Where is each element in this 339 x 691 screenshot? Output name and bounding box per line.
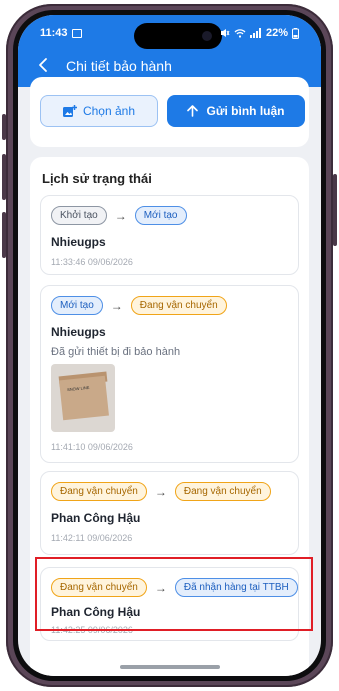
choose-image-button[interactable]: Chọn ảnh <box>40 95 158 127</box>
arrow-up-icon <box>187 105 199 117</box>
send-comment-button[interactable]: Gửi bình luận <box>167 95 305 127</box>
history-entry: Đang vận chuyển → Đã nhận hàng tại TTBH … <box>40 567 299 641</box>
status-chip-from: Mới tạo <box>51 296 103 315</box>
arrow-right-icon: → <box>110 298 123 313</box>
mute-icon <box>220 29 230 37</box>
screen: 11:43 22% Chi tiết bảo hành Chọn ảnh Gửi… <box>18 15 321 676</box>
arrow-right-icon: → <box>154 484 167 499</box>
status-chip-to: Đang vận chuyển <box>174 482 271 501</box>
timestamp: 11:41:10 09/06/2026 <box>51 442 133 452</box>
battery-icon <box>292 27 299 39</box>
history-entry: Đang vận chuyển → Đang vận chuyển Phan C… <box>40 471 299 555</box>
actor-name: Phan Công Hậu <box>51 605 141 619</box>
status-transition: Mới tạo → Đang vận chuyển <box>51 296 227 315</box>
status-chip-to: Đang vận chuyển <box>130 296 227 315</box>
choose-image-label: Chọn ảnh <box>82 104 136 118</box>
image-icon <box>71 28 82 38</box>
timestamp: 11:42:25 09/06/2026 <box>51 625 133 635</box>
history-entry: Mới tạo → Đang vận chuyển Nhieugps Đã gử… <box>40 285 299 463</box>
dynamic-island <box>134 23 222 49</box>
content-scroll[interactable]: Chọn ảnh Gửi bình luận Lịch sử trạng thá… <box>18 77 321 676</box>
send-comment-label: Gửi bình luận <box>206 104 285 118</box>
status-chip-from: Khởi tạo <box>51 206 107 225</box>
status-chip-from: Đang vận chuyển <box>51 578 147 597</box>
actor-name: Nhieugps <box>51 235 106 249</box>
status-transition: Khởi tạo → Mới tạo <box>51 206 187 225</box>
status-chip-to: Đã nhận hàng tại TTBH <box>174 578 298 597</box>
side-button-volume-down <box>2 212 6 258</box>
timestamp: 11:42:11 09/06/2026 <box>51 533 133 543</box>
side-button-action <box>2 114 6 140</box>
status-transition: Đang vận chuyển → Đang vận chuyển <box>51 482 271 501</box>
history-entry: Khởi tạo → Mới tạo Nhieugps 11:33:46 09/… <box>40 195 299 275</box>
home-indicator[interactable] <box>120 665 220 669</box>
side-button-volume-up <box>2 154 6 200</box>
camera-icon <box>202 31 212 41</box>
status-time: 11:43 <box>40 27 82 39</box>
status-history-card: Lịch sử trạng thái Khởi tạo → Mới tạo Nh… <box>30 157 309 676</box>
arrow-right-icon: → <box>154 580 167 595</box>
timestamp: 11:33:46 09/06/2026 <box>51 257 133 267</box>
entry-note: Đã gửi thiết bị đi bảo hành <box>51 346 181 358</box>
comment-actions-card: Chọn ảnh Gửi bình luận <box>30 77 309 147</box>
add-photo-icon <box>62 104 77 117</box>
section-title: Lịch sử trạng thái <box>42 171 152 186</box>
status-right: 22% <box>220 27 299 39</box>
page-title: Chi tiết bảo hành <box>66 58 172 74</box>
status-time-text: 11:43 <box>40 27 68 39</box>
signal-icon <box>249 28 261 38</box>
box-shape <box>59 375 109 421</box>
status-chip-from: Đang vận chuyển <box>51 482 147 501</box>
arrow-right-icon: → <box>114 208 127 223</box>
phone-bezel: 11:43 22% Chi tiết bảo hành Chọn ảnh Gửi… <box>13 10 326 681</box>
status-transition: Đang vận chuyển → Đã nhận hàng tại TTBH <box>51 578 298 597</box>
actor-name: Nhieugps <box>51 325 106 339</box>
actor-name: Phan Công Hậu <box>51 511 141 525</box>
side-button-power <box>333 174 337 246</box>
status-chip-to: Mới tạo <box>134 206 187 225</box>
attachment-thumbnail[interactable]: SNOW LINE <box>51 364 115 432</box>
wifi-icon <box>234 29 246 38</box>
battery-text: 22% <box>265 27 288 39</box>
chevron-left-icon[interactable] <box>36 57 52 73</box>
